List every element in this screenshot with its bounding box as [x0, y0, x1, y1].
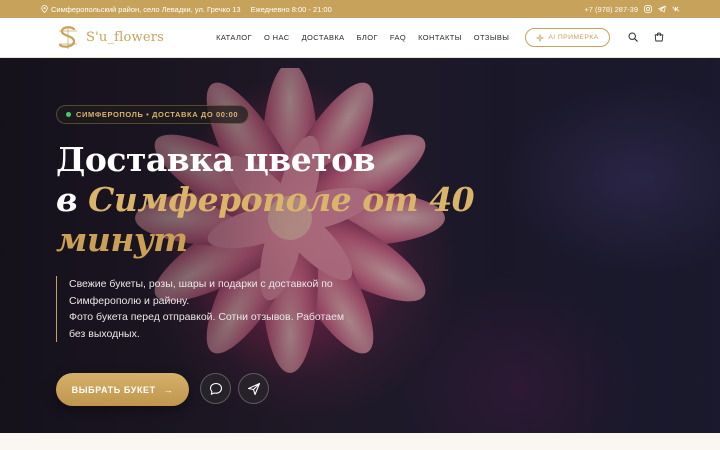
- address-text: Симферопольский район, село Левадки, ул.…: [51, 4, 241, 14]
- telegram-button[interactable]: [238, 373, 269, 404]
- choose-bouquet-button[interactable]: ВЫБРАТЬ БУКЕТ →: [56, 373, 189, 406]
- phone-link[interactable]: +7 (978) 287-39: [584, 5, 638, 14]
- delivery-badge-text: СИМФЕРОПОЛЬ • ДОСТАВКА ДО 00:00: [76, 110, 239, 119]
- hero-title-line2: в Симферополе от 40: [56, 180, 476, 220]
- search-icon[interactable]: [628, 29, 638, 47]
- logo-mark-icon: [58, 25, 77, 49]
- vk-icon[interactable]: [672, 5, 680, 13]
- main-nav: КАТАЛОГ О НАС ДОСТАВКА БЛОГ FAQ КОНТАКТЫ…: [216, 33, 509, 42]
- logo-text: S'u_flowers: [86, 30, 165, 45]
- location-pin-icon: [40, 5, 48, 13]
- address-block[interactable]: Симферопольский район, село Левадки, ул.…: [40, 5, 241, 14]
- cart-icon[interactable]: [654, 29, 664, 47]
- delivery-badge: СИМФЕРОПОЛЬ • ДОСТАВКА ДО 00:00: [56, 105, 250, 124]
- logo[interactable]: S'u_flowers: [56, 25, 164, 51]
- nav-item-reviews[interactable]: ОТЗЫВЫ: [474, 33, 510, 42]
- chat-bubble-icon: [209, 382, 222, 395]
- status-dot-icon: [66, 112, 71, 117]
- chat-button[interactable]: [200, 373, 231, 404]
- hero-section: СИМФЕРОПОЛЬ • ДОСТАВКА ДО 00:00 Доставка…: [0, 58, 720, 433]
- sparkle-icon: [536, 33, 544, 42]
- nav-item-catalog[interactable]: КАТАЛОГ: [216, 33, 252, 42]
- site-header: S'u_flowers КАТАЛОГ О НАС ДОСТАВКА БЛОГ …: [0, 18, 720, 58]
- telegram-icon[interactable]: [658, 5, 666, 13]
- send-icon: [247, 382, 260, 395]
- choose-bouquet-label: ВЫБРАТЬ БУКЕТ: [71, 384, 156, 395]
- hero-title: Доставка цветов в Симферополе от 40 мину…: [56, 140, 476, 260]
- nav-item-blog[interactable]: БЛОГ: [357, 33, 378, 42]
- hero-description-p2: Фото букета перед отправкой. Сотни отзыв…: [69, 311, 345, 340]
- nav-item-contacts[interactable]: КОНТАКТЫ: [418, 33, 462, 42]
- hero-description-p1: Свежие букеты, розы, шары и подарки с до…: [69, 278, 333, 307]
- nav-item-about[interactable]: О НАС: [264, 33, 290, 42]
- nav-item-faq[interactable]: FAQ: [390, 33, 406, 42]
- working-hours: Ежедневно 8:00 - 21:00: [250, 4, 332, 14]
- hero-title-line1: Доставка цветов: [56, 140, 376, 179]
- next-section-edge: [0, 433, 720, 450]
- hero-description: Свежие букеты, розы, шары и подарки с до…: [56, 276, 356, 342]
- ai-try-on-label: AI ПРИМЕРКА: [548, 34, 599, 41]
- nav-item-delivery[interactable]: ДОСТАВКА: [302, 33, 345, 42]
- hero-title-line3: минут: [56, 220, 188, 259]
- top-info-bar: Симферопольский район, село Левадки, ул.…: [0, 0, 720, 18]
- arrow-right-icon: →: [163, 384, 174, 395]
- ai-try-on-button[interactable]: AI ПРИМЕРКА: [525, 28, 610, 47]
- instagram-icon[interactable]: [644, 5, 652, 13]
- hero-title-line2-highlight: Симферополе от 40: [88, 180, 475, 219]
- hero-title-line2-prefix: в: [56, 180, 89, 219]
